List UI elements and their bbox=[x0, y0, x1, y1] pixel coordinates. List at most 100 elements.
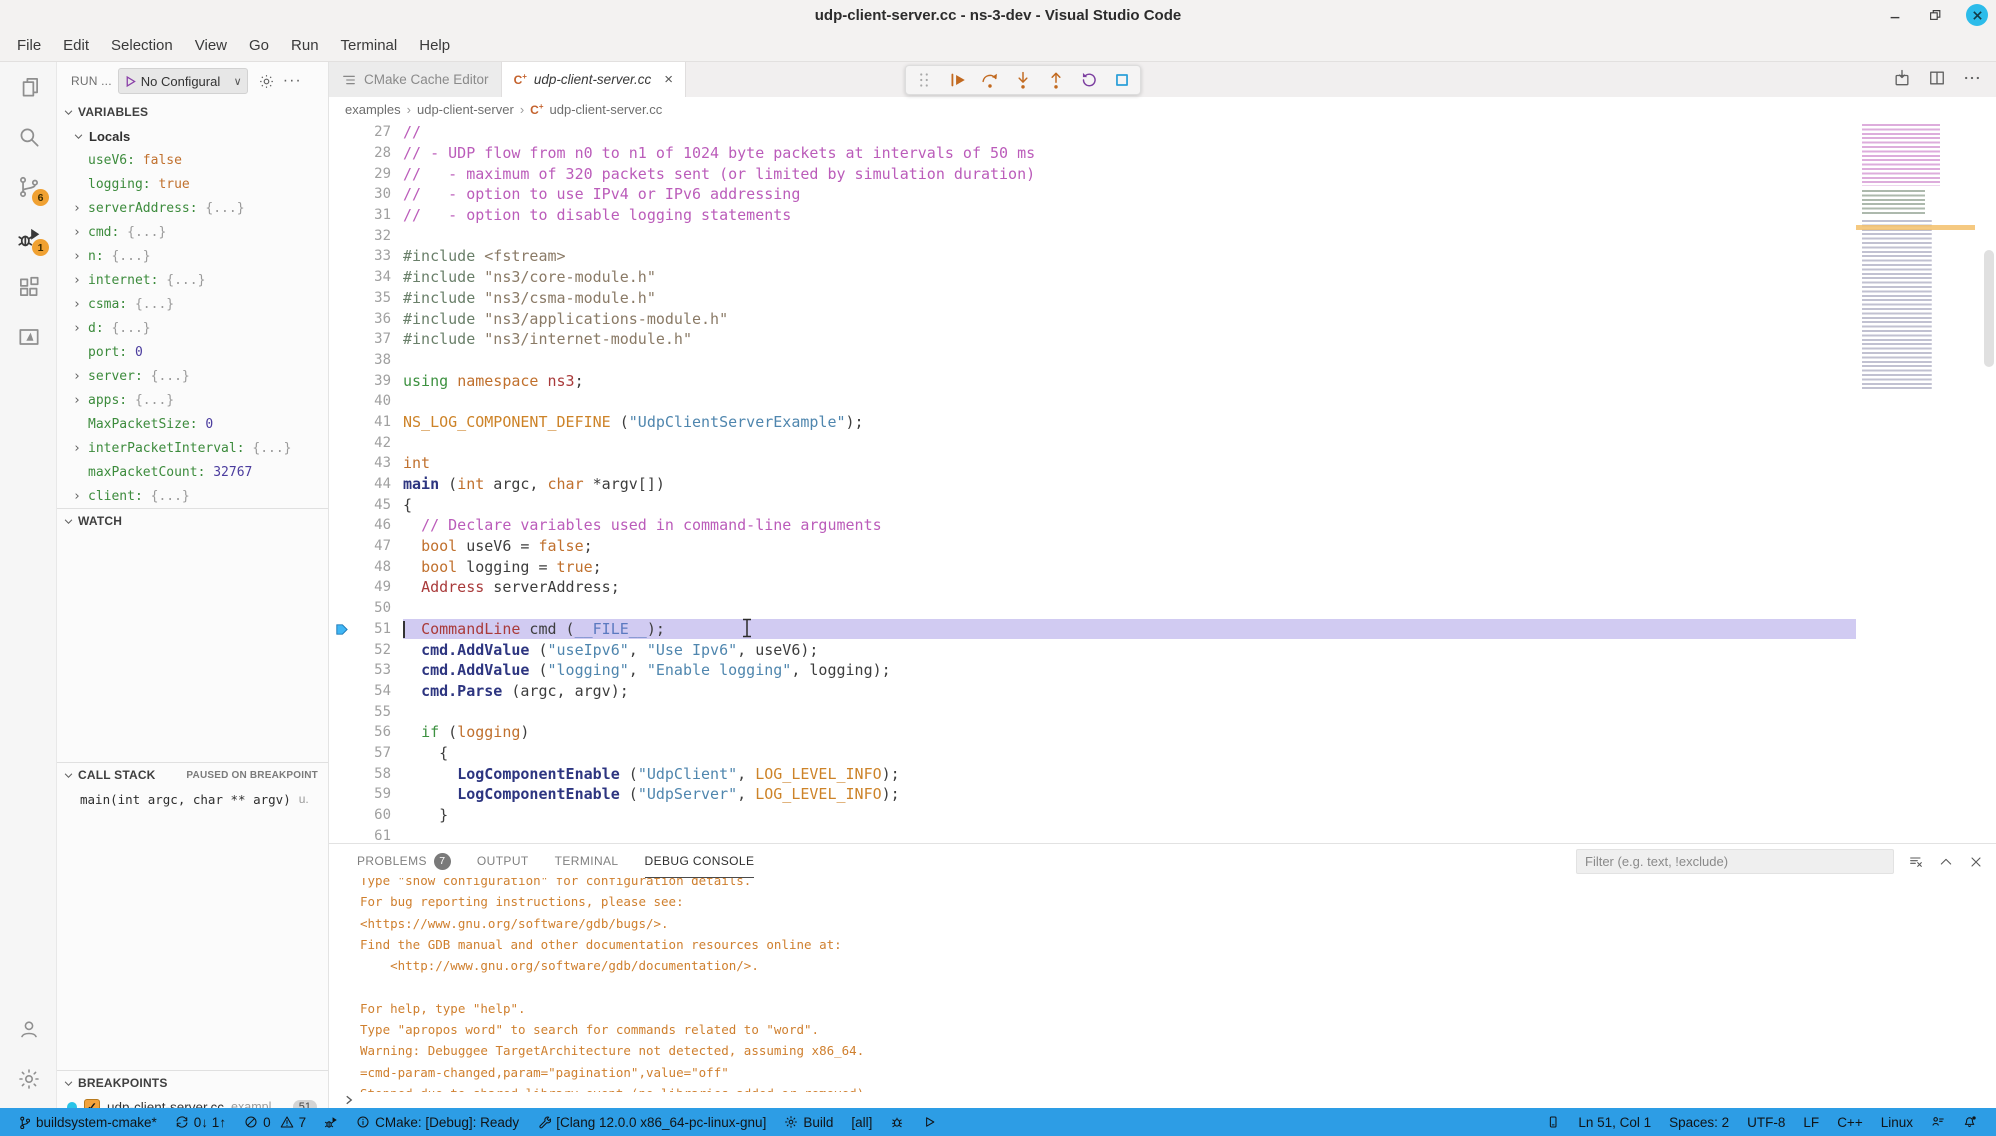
line-number-57[interactable]: 57 bbox=[329, 743, 403, 764]
clear-console-icon[interactable] bbox=[1908, 854, 1924, 870]
line-number-61[interactable]: 61 bbox=[329, 825, 403, 843]
code-line-60[interactable]: 60 } bbox=[329, 805, 1996, 826]
status-error-icon[interactable]: 07 bbox=[237, 1108, 313, 1136]
line-number-33[interactable]: 33 bbox=[329, 246, 403, 267]
variable-MaxPacketSize[interactable]: MaxPacketSize: 0 bbox=[57, 412, 328, 436]
code-line-56[interactable]: 56 if (logging) bbox=[329, 722, 1996, 743]
breadcrumb-item-udp-client-server.cc[interactable]: udp-client-server.cc bbox=[550, 102, 663, 117]
code-line-31[interactable]: 31// - option to disable logging stateme… bbox=[329, 205, 1996, 226]
code-line-27[interactable]: 27// bbox=[329, 122, 1996, 143]
line-number-35[interactable]: 35 bbox=[329, 288, 403, 309]
line-number-34[interactable]: 34 bbox=[329, 267, 403, 288]
line-number-31[interactable]: 31 bbox=[329, 205, 403, 226]
line-number-46[interactable]: 46 bbox=[329, 515, 403, 536]
code-line-39[interactable]: 39using namespace ns3; bbox=[329, 370, 1996, 391]
step-out-icon[interactable] bbox=[1044, 68, 1068, 92]
variable-n[interactable]: ›n: {...} bbox=[57, 244, 328, 268]
line-number-50[interactable]: 50 bbox=[329, 598, 403, 619]
activity-run-debug-icon[interactable]: 1 bbox=[0, 212, 57, 262]
code-line-28[interactable]: 28// - UDP flow from n0 to n1 of 1024 by… bbox=[329, 143, 1996, 164]
code-line-33[interactable]: 33#include <fstream> bbox=[329, 246, 1996, 267]
code-line-29[interactable]: 29// - maximum of 320 packets sent (or l… bbox=[329, 163, 1996, 184]
menu-item-run[interactable]: Run bbox=[280, 30, 330, 61]
call-stack-section-header[interactable]: CALL STACK PAUSED ON BREAKPOINT bbox=[57, 763, 328, 787]
variable-maxPacketCount[interactable]: maxPacketCount: 32767 bbox=[57, 460, 328, 484]
variable-port[interactable]: port: 0 bbox=[57, 340, 328, 364]
activity-cmake-icon[interactable] bbox=[0, 312, 57, 362]
code-line-37[interactable]: 37#include "ns3/internet-module.h" bbox=[329, 329, 1996, 350]
minimap[interactable] bbox=[1856, 122, 1981, 462]
menu-item-view[interactable]: View bbox=[184, 30, 238, 61]
status-bug-icon[interactable] bbox=[883, 1108, 911, 1136]
variable-internet[interactable]: ›internet: {...} bbox=[57, 268, 328, 292]
status-item--all-[interactable]: [all] bbox=[844, 1108, 879, 1136]
variable-apps[interactable]: ›apps: {...} bbox=[57, 388, 328, 412]
line-number-43[interactable]: 43 bbox=[329, 453, 403, 474]
code-line-41[interactable]: 41NS_LOG_COMPONENT_DEFINE ("UdpClientSer… bbox=[329, 412, 1996, 433]
activity-settings-gear-icon[interactable] bbox=[0, 1054, 57, 1104]
code-line-53[interactable]: 53 cmd.AddValue ("logging", "Enable logg… bbox=[329, 660, 1996, 681]
status-bell-dot-icon[interactable] bbox=[1956, 1108, 1984, 1136]
status-info-icon[interactable]: CMake: [Debug]: Ready bbox=[349, 1108, 526, 1136]
step-over-icon[interactable] bbox=[978, 68, 1002, 92]
activity-search-icon[interactable] bbox=[0, 112, 57, 162]
status-item-lf[interactable]: LF bbox=[1796, 1108, 1826, 1136]
debug-console-prompt[interactable] bbox=[343, 1094, 355, 1106]
menu-item-selection[interactable]: Selection bbox=[100, 30, 184, 61]
variable-cmd[interactable]: ›cmd: {...} bbox=[57, 220, 328, 244]
line-number-58[interactable]: 58 bbox=[329, 763, 403, 784]
line-number-49[interactable]: 49 bbox=[329, 577, 403, 598]
maximize-panel-icon[interactable] bbox=[1938, 854, 1954, 870]
code-line-35[interactable]: 35#include "ns3/csma-module.h" bbox=[329, 288, 1996, 309]
close-tab-icon[interactable]: × bbox=[664, 71, 673, 88]
minimize-icon[interactable] bbox=[1886, 6, 1904, 24]
status-item-ln-51-col-1[interactable]: Ln 51, Col 1 bbox=[1571, 1108, 1658, 1136]
line-number-39[interactable]: 39 bbox=[329, 370, 403, 391]
variables-section-header[interactable]: VARIABLES bbox=[57, 100, 328, 124]
code-line-57[interactable]: 57 { bbox=[329, 743, 1996, 764]
line-number-45[interactable]: 45 bbox=[329, 494, 403, 515]
code-line-52[interactable]: 52 cmd.AddValue ("useIpv6", "Use Ipv6", … bbox=[329, 639, 1996, 660]
status-feedback-icon[interactable] bbox=[1924, 1108, 1952, 1136]
line-number-54[interactable]: 54 bbox=[329, 681, 403, 702]
status-git-branch-icon[interactable]: buildsystem-cmake* bbox=[10, 1108, 164, 1136]
code-line-40[interactable]: 40 bbox=[329, 391, 1996, 412]
status-sync-icon[interactable]: 0↓ 1↑ bbox=[168, 1108, 233, 1136]
tab-udp-client-server-cc[interactable]: C+udp-client-server.cc× bbox=[502, 62, 686, 97]
code-area[interactable]: 27//28// - UDP flow from n0 to n1 of 102… bbox=[329, 122, 1996, 843]
panel-tab-output[interactable]: OUTPUT bbox=[477, 844, 529, 878]
breadcrumb-item-examples[interactable]: examples bbox=[345, 102, 401, 117]
line-number-47[interactable]: 47 bbox=[329, 536, 403, 557]
panel-tab-problems[interactable]: PROBLEMS7 bbox=[357, 844, 451, 878]
variable-d[interactable]: ›d: {...} bbox=[57, 316, 328, 340]
code-line-36[interactable]: 36#include "ns3/applications-module.h" bbox=[329, 308, 1996, 329]
line-number-44[interactable]: 44 bbox=[329, 474, 403, 495]
call-stack-frame[interactable]: main(int argc, char ** argv) u. bbox=[57, 787, 328, 811]
console-filter-input[interactable] bbox=[1576, 849, 1894, 874]
line-number-32[interactable]: 32 bbox=[329, 225, 403, 246]
breakpoint-checkbox[interactable]: ✓ bbox=[84, 1099, 100, 1108]
breakpoint-item[interactable]: ✓ udp-client-server.cc exampl... 51 bbox=[57, 1095, 328, 1108]
line-number-53[interactable]: 53 bbox=[329, 660, 403, 681]
status-item-utf-8[interactable]: UTF-8 bbox=[1740, 1108, 1792, 1136]
code-line-48[interactable]: 48 bool logging = true; bbox=[329, 556, 1996, 577]
debug-console-output[interactable]: Type "show configuration" for configurat… bbox=[360, 878, 1986, 1092]
breadcrumb-item-udp-client-server[interactable]: udp-client-server bbox=[417, 102, 514, 117]
variable-csma[interactable]: ›csma: {...} bbox=[57, 292, 328, 316]
activity-files-icon[interactable] bbox=[0, 62, 57, 112]
menu-item-go[interactable]: Go bbox=[238, 30, 280, 61]
variables-scope[interactable]: Locals bbox=[57, 124, 328, 148]
run-file-icon[interactable] bbox=[1892, 68, 1912, 88]
panel-tab-terminal[interactable]: TERMINAL bbox=[555, 844, 619, 878]
start-debug-icon[interactable] bbox=[124, 75, 137, 88]
status-debug-alt-icon[interactable] bbox=[317, 1108, 345, 1136]
menu-item-edit[interactable]: Edit bbox=[52, 30, 100, 61]
code-line-32[interactable]: 32 bbox=[329, 225, 1996, 246]
code-line-43[interactable]: 43int bbox=[329, 453, 1996, 474]
menu-item-terminal[interactable]: Terminal bbox=[330, 30, 409, 61]
code-line-61[interactable]: 61 bbox=[329, 825, 1996, 843]
code-line-51[interactable]: 51 CommandLine cmd (__FILE__); bbox=[329, 619, 1996, 640]
status-play-icon[interactable] bbox=[915, 1108, 943, 1136]
split-editor-icon[interactable] bbox=[1927, 68, 1947, 88]
line-number-36[interactable]: 36 bbox=[329, 308, 403, 329]
